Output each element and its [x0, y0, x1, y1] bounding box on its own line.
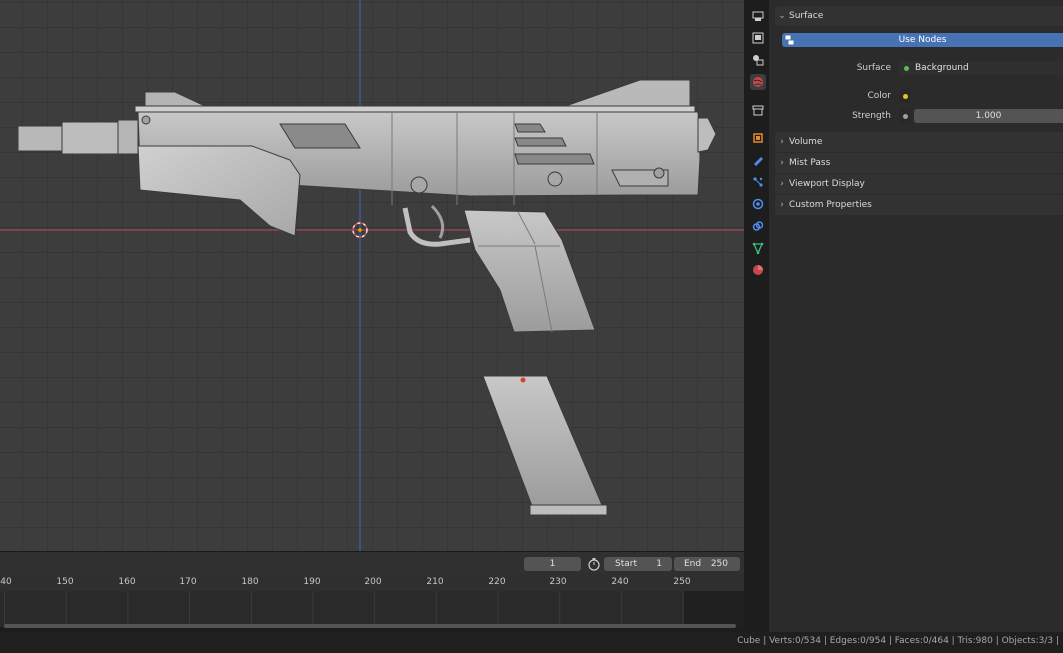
gun-model[interactable] — [17, 79, 717, 333]
ruler-tick-label: 200 — [364, 577, 382, 587]
ruler-tick-label: 250 — [673, 577, 691, 587]
render-tab-icon[interactable] — [750, 8, 766, 24]
ruler-tick-label: 160 — [118, 577, 136, 587]
stopwatch-icon[interactable] — [587, 557, 601, 571]
start-frame-field[interactable]: Start 1 — [604, 557, 672, 571]
ruler-tick-label: 210 — [426, 577, 444, 587]
timeline-scrollbar[interactable] — [4, 624, 736, 628]
surface-header-label: Surface — [789, 11, 824, 21]
strength-socket-button[interactable] — [899, 109, 911, 123]
output-tab-icon[interactable] — [750, 30, 766, 46]
use-nodes-label: Use Nodes — [898, 35, 947, 45]
ruler-tick-label: 240 — [611, 577, 629, 587]
float-socket-icon — [902, 113, 908, 119]
node-tree-icon — [785, 35, 795, 48]
ruler-tick-label: 220 — [488, 577, 506, 587]
volume-header-label: Volume — [789, 137, 823, 147]
scene-statistics: Cube | Verts:0/534 | Edges:0/954 | Faces… — [737, 636, 1059, 646]
strength-field[interactable]: 1.000 — [914, 109, 1063, 123]
timeline-out-of-range — [684, 591, 744, 627]
color-row-label: Color — [867, 91, 892, 101]
chevron-right-icon: › — [780, 137, 784, 147]
end-value: 250 — [710, 559, 728, 569]
view-layer-tab-icon[interactable] — [750, 52, 766, 68]
status-bar: Cube | Verts:0/534 | Edges:0/954 | Faces… — [0, 632, 1063, 653]
ruler-tick-label: 180 — [241, 577, 259, 587]
strength-value: 1.000 — [975, 111, 1002, 121]
use-nodes-button[interactable]: Use Nodes — [782, 33, 1063, 47]
chevron-right-icon: › — [780, 200, 784, 210]
ruler-tick-label: 40 — [0, 577, 12, 587]
viewport-display-header-label: Viewport Display — [789, 179, 865, 189]
modifier-tab-icon[interactable] — [750, 152, 766, 168]
object-tab-icon[interactable] — [750, 130, 766, 146]
current-frame-field[interactable]: 1 — [524, 557, 581, 571]
properties-editor: ⌄ Surface Use Nodes Surface Background C… — [769, 0, 1063, 632]
surface-panel-header[interactable]: ⌄ Surface — [775, 6, 1063, 26]
surface-shader-field[interactable]: Background — [899, 61, 1063, 75]
volume-panel-header[interactable]: › Volume — [775, 132, 1063, 152]
start-label: Start — [615, 559, 637, 569]
surface-row-label: Surface — [856, 63, 891, 73]
current-frame-value: 1 — [549, 559, 556, 569]
ruler-tick-label: 150 — [56, 577, 74, 587]
magazine-model[interactable] — [482, 375, 608, 516]
world-tab-icon[interactable] — [750, 74, 766, 90]
end-label: End — [684, 559, 702, 569]
viewport-display-panel-header[interactable]: › Viewport Display — [775, 174, 1063, 194]
3d-viewport[interactable] — [0, 0, 744, 551]
viewport-canvas[interactable] — [0, 0, 744, 551]
ruler-tick-label: 230 — [549, 577, 567, 587]
mist-pass-header-label: Mist Pass — [789, 158, 831, 168]
mist-pass-panel-header[interactable]: › Mist Pass — [775, 153, 1063, 173]
properties-tab-bar — [747, 0, 769, 632]
ruler-tick-label: 190 — [303, 577, 321, 587]
chevron-down-icon: ⌄ — [778, 11, 786, 21]
physics-tab-icon[interactable] — [750, 196, 766, 212]
strength-row-label: Strength — [852, 111, 891, 121]
custom-properties-panel-header[interactable]: › Custom Properties — [775, 195, 1063, 215]
collection-tab-icon[interactable] — [750, 102, 766, 118]
data-tab-icon[interactable] — [750, 240, 766, 256]
end-frame-field[interactable]: End 250 — [674, 557, 740, 571]
color-socket-button[interactable] — [899, 89, 911, 103]
surface-shader-value: Background — [915, 63, 969, 73]
timeline-header: 1 Start 1 End 250 — [0, 551, 744, 575]
chevron-right-icon: › — [780, 158, 784, 168]
start-value: 1 — [656, 559, 662, 569]
ruler-tick-label: 170 — [179, 577, 197, 587]
chevron-right-icon: › — [780, 179, 784, 189]
custom-properties-header-label: Custom Properties — [789, 200, 872, 210]
constraints-tab-icon[interactable] — [750, 218, 766, 234]
timeline-track-area[interactable] — [0, 591, 744, 627]
particles-tab-icon[interactable] — [750, 174, 766, 190]
timeline-ruler[interactable]: 40 150 160 170 180 190 200 210 220 230 2… — [0, 574, 744, 591]
color-swatch-field[interactable] — [914, 89, 1063, 103]
shader-socket-icon — [904, 65, 909, 71]
material-tab-icon[interactable] — [750, 262, 766, 278]
color-socket-icon — [902, 93, 908, 99]
